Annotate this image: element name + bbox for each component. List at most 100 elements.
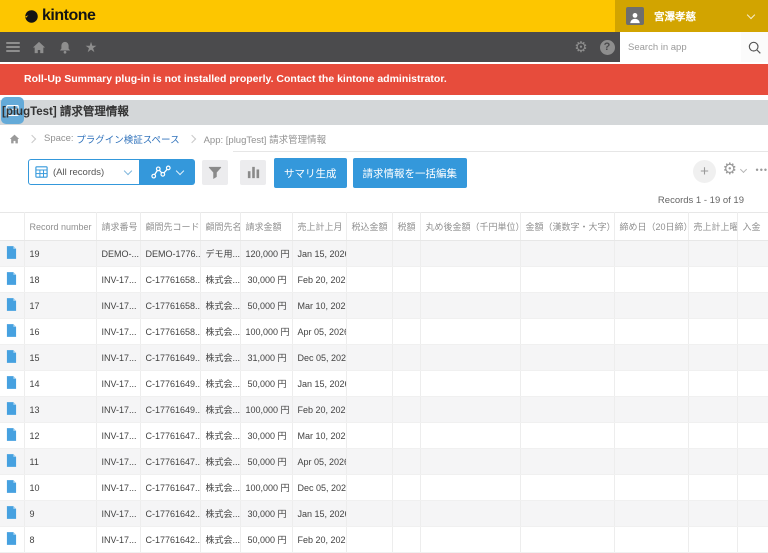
record-detail-icon[interactable] [0, 319, 24, 345]
table-cell: 14 [24, 371, 96, 397]
user-name: 宮澤孝慈 [654, 9, 748, 24]
table-cell [420, 345, 520, 371]
add-record-button[interactable]: + [693, 160, 716, 183]
admin-gear-icon[interactable]: ⚙ [568, 32, 594, 62]
table-cell: 10 [24, 475, 96, 501]
record-detail-icon[interactable] [0, 293, 24, 319]
column-header-10[interactable]: 金額（漢数字・大字） [520, 213, 614, 241]
notifications-bell-icon[interactable] [52, 32, 78, 62]
table-cell: INV-17... [96, 501, 140, 527]
table-row[interactable]: 10INV-17...C-17761647...株式会...100,000 円D… [0, 475, 768, 501]
table-cell: INV-17... [96, 449, 140, 475]
table-cell [520, 319, 614, 345]
view-selector[interactable]: (All records) [28, 159, 140, 185]
table-cell [737, 241, 768, 267]
table-cell [614, 241, 688, 267]
table-cell: 株式会... [200, 501, 240, 527]
summary-generate-button[interactable]: サマリ生成 [274, 158, 347, 188]
table-cell [392, 475, 420, 501]
table-cell: 50,000 円 [240, 371, 292, 397]
search-input[interactable] [620, 32, 741, 62]
record-detail-icon[interactable] [0, 397, 24, 423]
column-header-8[interactable]: 税額 [392, 213, 420, 241]
table-cell [392, 501, 420, 527]
kintone-logo[interactable]: kintone [24, 7, 95, 25]
search-icon[interactable] [741, 32, 768, 62]
table-cell: C-17761642... [140, 501, 200, 527]
table-row[interactable]: 9INV-17...C-17761642...株式会...30,000 円Jan… [0, 501, 768, 527]
bulk-edit-button[interactable]: 請求情報を一括編集 [353, 158, 468, 188]
app-settings-button[interactable]: ⚙ [723, 162, 746, 178]
help-icon[interactable]: ? [594, 32, 620, 62]
table-cell: INV-17... [96, 475, 140, 501]
table-cell [688, 475, 737, 501]
record-detail-icon[interactable] [0, 449, 24, 475]
breadcrumb-home-icon[interactable] [9, 134, 20, 144]
record-detail-icon[interactable] [0, 475, 24, 501]
table-row[interactable]: 12INV-17...C-17761647...株式会...30,000 円Ma… [0, 423, 768, 449]
view-selector-label: (All records) [53, 167, 125, 178]
table-cell: 100,000 円 [240, 319, 292, 345]
record-detail-icon[interactable] [0, 371, 24, 397]
record-detail-icon[interactable] [0, 345, 24, 371]
table-cell: 株式会... [200, 293, 240, 319]
column-header-9[interactable]: 丸め後金額（千円単位） [420, 213, 520, 241]
chart-button[interactable] [240, 160, 266, 185]
table-cell [346, 241, 392, 267]
table-row[interactable]: 14INV-17...C-17761649...株式会...50,000 円Ja… [0, 371, 768, 397]
table-row[interactable]: 17INV-17...C-17761658...株式会...50,000 円Ma… [0, 293, 768, 319]
table-cell: C-17761658... [140, 319, 200, 345]
column-header-7[interactable]: 税込金額 [346, 213, 392, 241]
column-header-2[interactable]: 請求番号 [96, 213, 140, 241]
table-cell: Jan 15, 2026 [292, 241, 346, 267]
table-row[interactable]: 15INV-17...C-17761649...株式会...31,000 円De… [0, 345, 768, 371]
record-detail-icon[interactable] [0, 423, 24, 449]
table-cell: INV-17... [96, 319, 140, 345]
table-cell: C-17761647... [140, 449, 200, 475]
table-row[interactable]: 18INV-17...C-17761658...株式会...30,000 円Fe… [0, 267, 768, 293]
table-cell [520, 475, 614, 501]
column-header-12[interactable]: 売上計上曜日 [688, 213, 737, 241]
record-detail-icon[interactable] [0, 267, 24, 293]
table-cell: 16 [24, 319, 96, 345]
global-nav-bar: ★ ⚙ ? [0, 32, 768, 62]
column-header-11[interactable]: 締め日（20日締） [614, 213, 688, 241]
record-detail-icon[interactable] [0, 241, 24, 267]
app-title[interactable]: [plugTest] 請求管理情報 [2, 100, 129, 125]
table-cell [346, 449, 392, 475]
table-cell: 株式会... [200, 423, 240, 449]
column-header-4[interactable]: 顧問先名 [200, 213, 240, 241]
column-header-5[interactable]: 請求金額 [240, 213, 292, 241]
table-cell [688, 397, 737, 423]
table-row[interactable]: 19DEMO-...DEMO-1776...デモ用...120,000 円Jan… [0, 241, 768, 267]
record-detail-icon[interactable] [0, 501, 24, 527]
table-cell [520, 293, 614, 319]
table-row[interactable]: 13INV-17...C-17761649...株式会...100,000 円F… [0, 397, 768, 423]
table-cell: 9 [24, 501, 96, 527]
table-cell [688, 267, 737, 293]
favorites-star-icon[interactable]: ★ [78, 32, 104, 62]
user-menu[interactable]: 宮澤孝慈 [615, 0, 768, 32]
table-row[interactable]: 16INV-17...C-17761658...株式会...100,000 円A… [0, 319, 768, 345]
plugin-error-banner: Roll-Up Summary plug-in is not installed… [0, 64, 768, 95]
home-icon[interactable] [26, 32, 52, 62]
graph-menu-button[interactable] [139, 159, 195, 185]
table-cell [520, 397, 614, 423]
column-header-13[interactable]: 入金 [737, 213, 768, 241]
table-cell [392, 449, 420, 475]
user-avatar [626, 7, 644, 25]
record-list-table: Record number請求番号顧問先コード顧問先名請求金額売上計上月税込金額… [0, 212, 768, 553]
hamburger-menu-icon[interactable] [0, 32, 26, 62]
breadcrumb-space-link[interactable]: プラグイン検証スペース [76, 132, 179, 146]
table-cell: 30,000 円 [240, 501, 292, 527]
column-header-6[interactable]: 売上計上月 [292, 213, 346, 241]
filter-button[interactable] [202, 160, 228, 185]
more-options-button[interactable]: ••• [756, 165, 768, 175]
table-header-row: Record number請求番号顧問先コード顧問先名請求金額売上計上月税込金額… [0, 213, 768, 241]
table-row[interactable]: 11INV-17...C-17761647...株式会...50,000 円Ap… [0, 449, 768, 475]
table-cell [688, 423, 737, 449]
table-cell: C-17761649... [140, 397, 200, 423]
column-header-1[interactable]: Record number [24, 213, 96, 241]
column-header-3[interactable]: 顧問先コード [140, 213, 200, 241]
view-table-icon [35, 166, 48, 178]
